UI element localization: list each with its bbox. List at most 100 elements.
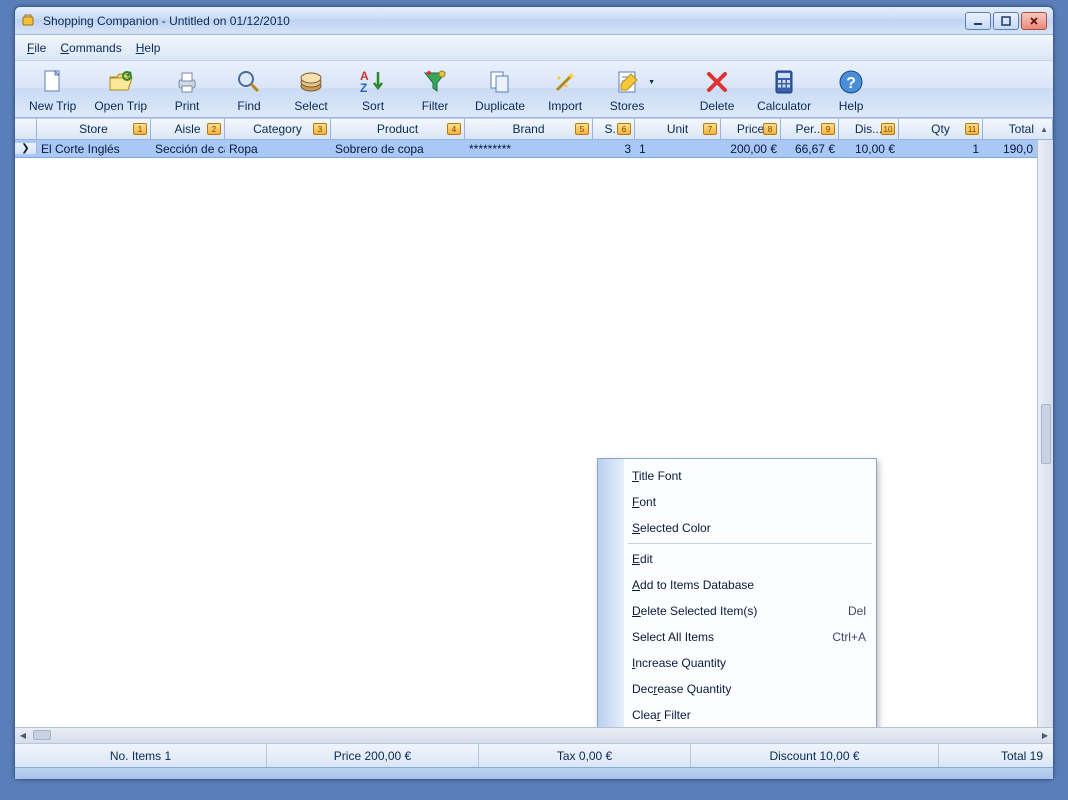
col-qty[interactable]: Qty11 [899,119,983,139]
cell-price[interactable]: 200,00 € [721,142,781,156]
col-unit[interactable]: Unit7 [635,119,721,139]
ctx-font[interactable]: Font [598,489,876,515]
menu-separator [628,543,872,544]
badge-icon: 2 [207,123,221,135]
row-indicator-icon[interactable]: ❯ [15,143,37,154]
cell-store[interactable]: El Corte Inglés [37,142,151,156]
window-title: Shopping Companion - Untitled on 01/12/2… [43,14,965,28]
status-discount: Discount 10,00 € [691,744,939,767]
new-file-icon [38,67,68,97]
badge-icon: 11 [965,123,979,135]
col-aisle[interactable]: Aisle2 [151,119,225,139]
badge-icon: 5 [575,123,589,135]
col-brand[interactable]: Brand5 [465,119,593,139]
scrollbar-track[interactable] [31,728,1037,743]
scroll-right-icon[interactable]: ▶ [1037,728,1053,743]
notepad-icon [612,67,642,97]
open-folder-icon [106,67,136,97]
scrollbar-thumb[interactable] [33,730,51,740]
minimize-button[interactable] [965,12,991,30]
col-store[interactable]: Store1 [37,119,151,139]
cell-category[interactable]: Ropa [225,142,331,156]
close-button[interactable] [1021,12,1047,30]
wand-icon [550,67,580,97]
toolbar: New Trip Open Trip Print Find Select AZ … [15,61,1053,118]
menu-bar: File Commands Help [15,35,1053,61]
menu-help[interactable]: Help [130,39,167,57]
col-discount[interactable]: Dis...10 [839,119,899,139]
maximize-button[interactable] [993,12,1019,30]
badge-icon: 3 [313,123,327,135]
menu-file[interactable]: File [21,39,52,57]
scroll-up-icon[interactable]: ▲ [1040,125,1048,134]
cell-qty[interactable]: 1 [899,142,983,156]
cell-product[interactable]: Sobrero de copa [331,142,465,156]
col-per[interactable]: Per...9 [781,119,839,139]
status-price: Price 200,00 € [267,744,479,767]
ctx-clear-filter[interactable]: Clear Filter [598,702,876,727]
vertical-scrollbar[interactable] [1037,140,1053,727]
badge-icon: 1 [133,123,147,135]
help-button[interactable]: ? Help [821,65,881,115]
find-button[interactable]: Find [219,65,279,115]
col-price[interactable]: Price8 [721,119,781,139]
status-total: Total 19 [939,744,1053,767]
cell-size[interactable]: 3 [593,142,635,156]
cell-aisle[interactable]: Sección de ca [151,142,225,156]
printer-icon [172,67,202,97]
col-total[interactable]: Total▲ [983,119,1053,139]
badge-icon: 8 [763,123,777,135]
sort-az-icon: AZ [358,67,388,97]
funnel-icon [420,67,450,97]
status-bar: No. Items 1 Price 200,00 € Tax 0,00 € Di… [15,743,1053,767]
stores-dropdown-icon[interactable]: ▼ [648,79,655,86]
scroll-left-icon[interactable]: ◀ [15,728,31,743]
status-tax: Tax 0,00 € [479,744,691,767]
new-trip-button[interactable]: New Trip [21,65,84,115]
col-product[interactable]: Product4 [331,119,465,139]
delete-x-icon [702,67,732,97]
badge-icon: 6 [617,123,631,135]
application-window: Shopping Companion - Untitled on 01/12/2… [14,6,1054,780]
open-trip-button[interactable]: Open Trip [86,65,155,115]
col-category[interactable]: Category3 [225,119,331,139]
badge-icon: 9 [821,123,835,135]
ctx-select-all[interactable]: Select All ItemsCtrl+A [598,624,876,650]
stores-button[interactable]: Stores ▼ [597,65,657,115]
delete-button[interactable]: Delete [687,65,747,115]
row-selector-header[interactable] [15,119,37,139]
filter-button[interactable]: Filter [405,65,465,115]
ctx-decrease-qty[interactable]: Decrease Quantity [598,676,876,702]
menu-commands[interactable]: Commands [54,39,127,57]
select-button[interactable]: Select [281,65,341,115]
ctx-title-font[interactable]: Title Font [598,463,876,489]
calculator-button[interactable]: Calculator [749,65,819,115]
bottom-strip [15,767,1053,779]
title-bar[interactable]: Shopping Companion - Untitled on 01/12/2… [15,7,1053,35]
column-headers: Store1 Aisle2 Category3 Product4 Brand5 … [15,118,1053,140]
status-items: No. Items 1 [15,744,267,767]
ctx-delete-selected[interactable]: Delete Selected Item(s)Del [598,598,876,624]
data-grid[interactable]: ❯ El Corte Inglés Sección de ca Ropa Sob… [15,140,1053,727]
ctx-increase-qty[interactable]: Increase Quantity [598,650,876,676]
cell-discount[interactable]: 10,00 € [839,142,899,156]
app-icon [21,13,37,29]
svg-text:?: ? [846,75,856,92]
badge-icon: 10 [881,123,895,135]
import-button[interactable]: Import [535,65,595,115]
cell-unit[interactable]: 1 [635,142,721,156]
sort-button[interactable]: AZ Sort [343,65,403,115]
ctx-add-db[interactable]: Add to Items Database [598,572,876,598]
print-button[interactable]: Print [157,65,217,115]
table-row[interactable]: ❯ El Corte Inglés Sección de ca Ropa Sob… [15,140,1053,158]
badge-icon: 7 [703,123,717,135]
scrollbar-thumb[interactable] [1041,404,1051,464]
cell-per[interactable]: 66,67 € [781,142,839,156]
ctx-selected-color[interactable]: Selected Color [598,515,876,541]
horizontal-scrollbar[interactable]: ◀ ▶ [15,727,1053,743]
duplicate-button[interactable]: Duplicate [467,65,533,115]
cell-brand[interactable]: ********* [465,142,593,156]
ctx-edit[interactable]: Edit [598,546,876,572]
col-size[interactable]: S...6 [593,119,635,139]
duplicate-icon [485,67,515,97]
